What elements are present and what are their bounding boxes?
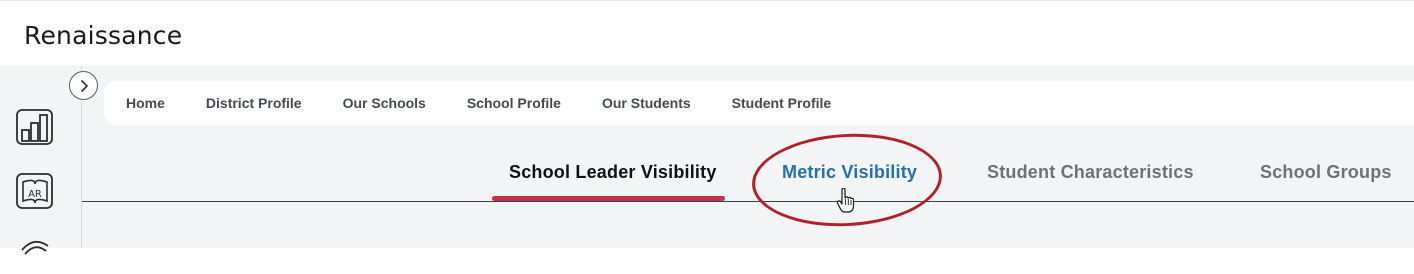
link-icon[interactable]: [14, 232, 56, 274]
tab-divider: [82, 201, 1414, 202]
ar-book-icon[interactable]: AR: [14, 170, 56, 212]
tab-school-leader-visibility[interactable]: School Leader Visibility: [509, 162, 717, 183]
side-rail: AR: [0, 66, 82, 255]
renaissance-logo[interactable]: Renaissance: [24, 21, 182, 50]
breadcrumb-nav: Home District Profile Our Schools School…: [104, 81, 1414, 125]
nav-our-students[interactable]: Our Students: [602, 95, 691, 111]
expand-sidebar-button[interactable]: [69, 71, 98, 100]
ar-icon-label: AR: [28, 189, 42, 200]
chevron-right-icon: [80, 79, 88, 92]
nav-school-profile[interactable]: School Profile: [467, 95, 561, 111]
nav-our-schools[interactable]: Our Schools: [343, 95, 426, 111]
hand-cursor-icon: [836, 188, 855, 213]
tab-metric-visibility[interactable]: Metric Visibility: [782, 162, 917, 183]
bar-chart-icon[interactable]: [14, 106, 56, 148]
tab-student-characteristics[interactable]: Student Characteristics: [987, 162, 1194, 183]
nav-student-profile[interactable]: Student Profile: [732, 95, 832, 111]
nav-home[interactable]: Home: [126, 95, 165, 111]
tab-school-groups[interactable]: School Groups: [1260, 162, 1392, 183]
top-bar: Renaissance: [0, 0, 1414, 66]
nav-district-profile[interactable]: District Profile: [206, 95, 302, 111]
